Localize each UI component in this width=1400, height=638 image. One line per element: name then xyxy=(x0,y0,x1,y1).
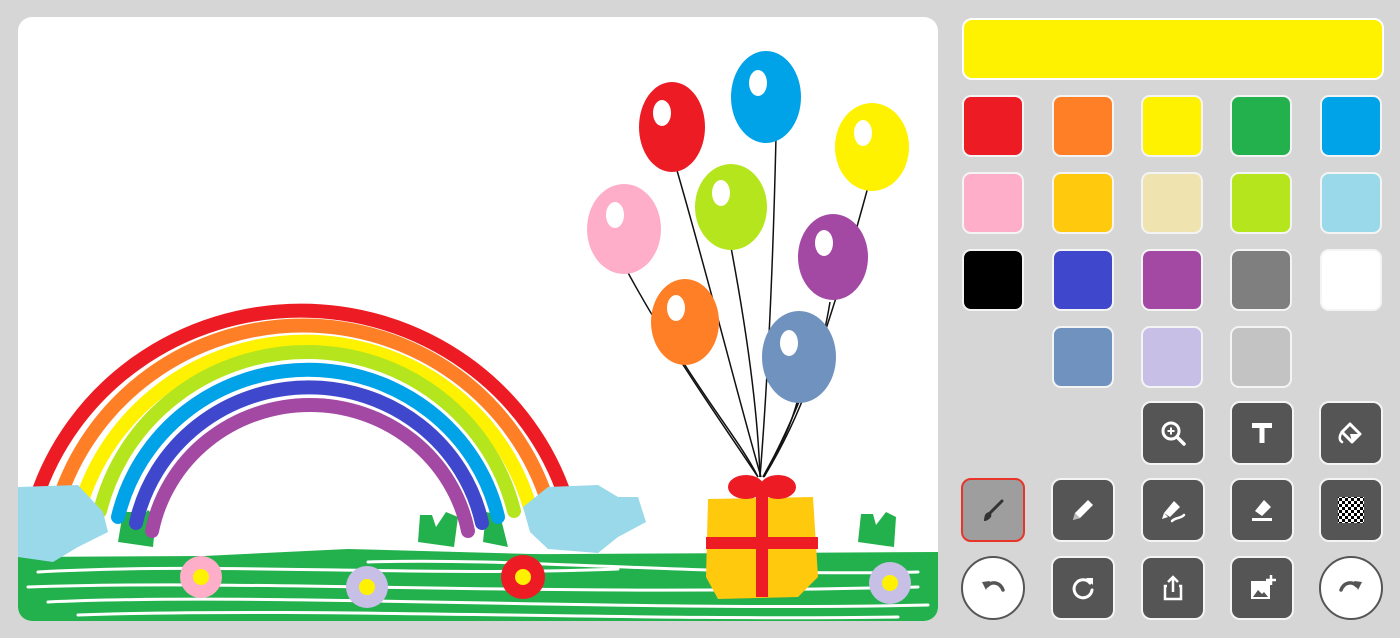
color-swatch-lavender[interactable] xyxy=(1141,326,1203,388)
color-swatch-orange[interactable] xyxy=(1052,95,1114,157)
color-swatch-silver[interactable] xyxy=(1230,326,1292,388)
marker-tool-button[interactable] xyxy=(1141,478,1205,542)
checkerboard-icon xyxy=(1338,497,1364,523)
redo-button[interactable] xyxy=(1319,556,1383,620)
zoom-in-icon xyxy=(1161,421,1186,446)
color-swatch-purple[interactable] xyxy=(1141,249,1203,311)
add-image-icon xyxy=(1251,575,1276,599)
color-swatch-indigo[interactable] xyxy=(1052,249,1114,311)
color-swatch-white[interactable] xyxy=(1320,249,1382,311)
pencil-icon xyxy=(1073,500,1093,520)
color-swatch-steel-blue[interactable] xyxy=(1052,326,1114,388)
brush-tool-button[interactable] xyxy=(961,478,1025,542)
undo-icon xyxy=(982,581,1005,592)
color-swatch-lime[interactable] xyxy=(1230,172,1292,234)
reset-button[interactable] xyxy=(1051,556,1115,620)
color-swatch-light-blue[interactable] xyxy=(1320,172,1382,234)
undo-button[interactable] xyxy=(961,556,1025,620)
color-swatch-green[interactable] xyxy=(1230,95,1292,157)
text-tool-button[interactable] xyxy=(1230,401,1294,465)
color-swatch-pink[interactable] xyxy=(962,172,1024,234)
zoom-button[interactable] xyxy=(1141,401,1205,465)
color-swatch-blue[interactable] xyxy=(1320,95,1382,157)
eraser-tool-button[interactable] xyxy=(1230,478,1294,542)
color-swatch-gold[interactable] xyxy=(1052,172,1114,234)
add-image-button[interactable] xyxy=(1230,556,1294,620)
pattern-tool-button[interactable] xyxy=(1319,478,1383,542)
color-swatch-black[interactable] xyxy=(962,249,1024,311)
brush-icon xyxy=(984,499,1004,521)
redo-icon xyxy=(1339,581,1362,592)
current-color-display xyxy=(962,18,1384,80)
marker-icon xyxy=(1162,501,1186,523)
share-button[interactable] xyxy=(1141,556,1205,620)
share-icon xyxy=(1163,575,1183,601)
drawing xyxy=(18,51,938,621)
color-swatch-red[interactable] xyxy=(962,95,1024,157)
color-swatch-gray[interactable] xyxy=(1230,249,1292,311)
paint-bucket-icon xyxy=(1338,422,1362,444)
color-swatch-yellow[interactable] xyxy=(1141,95,1203,157)
fill-tool-button[interactable] xyxy=(1319,401,1383,465)
rainbow xyxy=(29,303,573,538)
text-icon xyxy=(1252,423,1272,443)
color-swatch-beige[interactable] xyxy=(1141,172,1203,234)
eraser-icon xyxy=(1252,500,1272,521)
refresh-icon xyxy=(1072,578,1094,600)
gift-box xyxy=(706,475,818,599)
drawing-canvas[interactable] xyxy=(18,17,938,621)
pencil-tool-button[interactable] xyxy=(1051,478,1115,542)
